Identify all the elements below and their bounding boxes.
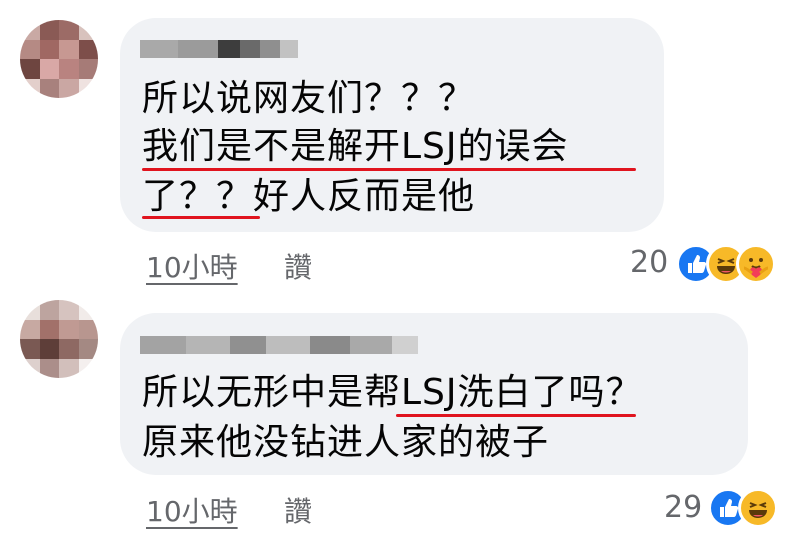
author-name-blurred[interactable] xyxy=(140,40,298,58)
haha-icon xyxy=(738,488,778,528)
red-underline xyxy=(142,168,636,171)
avatar[interactable] xyxy=(20,20,98,98)
comment-text-line: 原来他没钻进人家的被子 xyxy=(142,422,550,463)
red-underline xyxy=(142,216,260,219)
comment-text-line: 了？？好人反而是他 xyxy=(142,176,476,217)
comment-text-line: 所以无形中是帮LSJ洗白了吗？ xyxy=(142,372,643,413)
like-button[interactable]: 讚 xyxy=(284,246,312,286)
avatar[interactable] xyxy=(20,300,98,378)
comment-text-line: 所以说网友们？？？ xyxy=(142,78,476,119)
like-button[interactable]: 讚 xyxy=(284,490,312,530)
care-icon xyxy=(736,244,776,284)
comment-timestamp[interactable]: 10小時 xyxy=(146,490,238,530)
reaction-count[interactable]: 20 xyxy=(630,245,668,280)
author-name-blurred[interactable] xyxy=(140,336,418,354)
red-underline xyxy=(396,414,636,417)
reaction-count[interactable]: 29 xyxy=(664,490,702,525)
comment-text-line: 我们是不是解开LSJ的误会 xyxy=(142,126,569,167)
comment-timestamp[interactable]: 10小時 xyxy=(146,246,238,286)
